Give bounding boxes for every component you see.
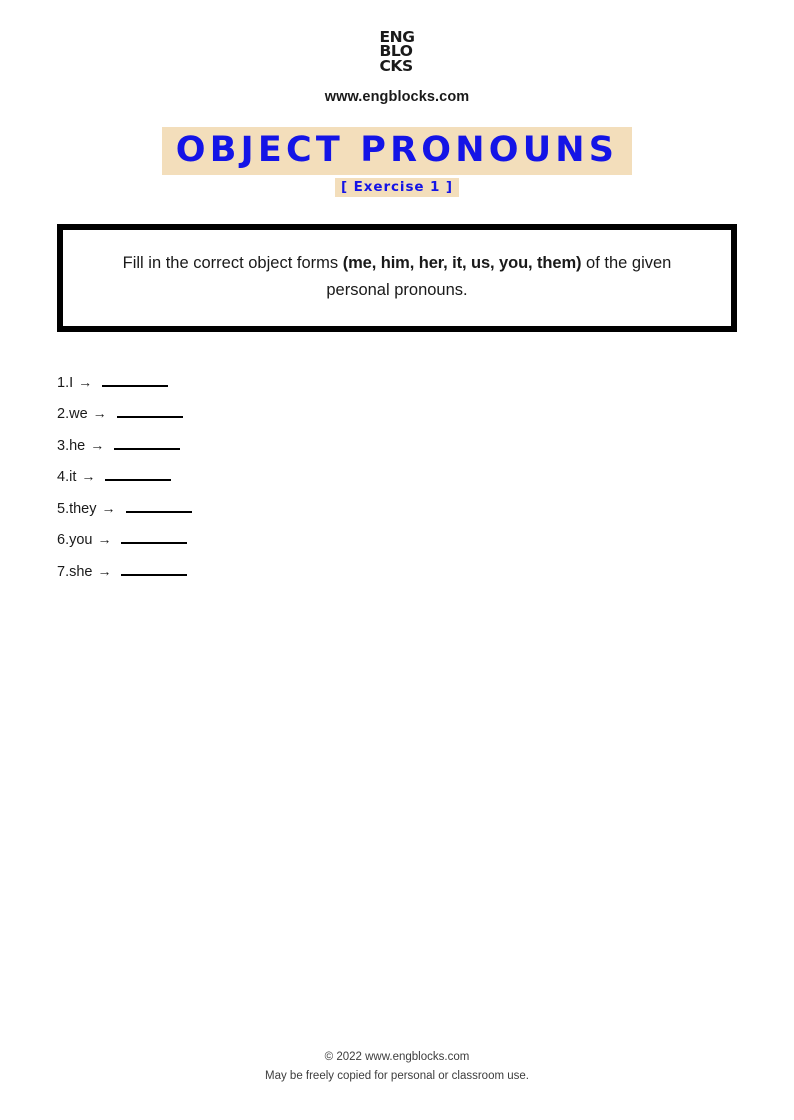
list-item: 4. it → — [57, 468, 794, 486]
arrow-right-icon: → — [92, 405, 107, 422]
page-title: OBJECT PRONOUNS — [161, 126, 633, 176]
arrow-right-icon: → — [97, 562, 112, 579]
arrow-right-icon: → — [78, 373, 93, 390]
item-number: 5. — [57, 500, 70, 517]
item-number: 3. — [57, 437, 70, 454]
instruction-part-1: Fill in the correct object forms — [122, 254, 343, 273]
answer-blank-6[interactable] — [121, 531, 188, 545]
item-number: 1. — [57, 374, 70, 391]
worksheet-page: ENG BLO CKS www.engblocks.com OBJECT PRO… — [0, 0, 794, 1120]
instruction-text: Fill in the correct object forms (me, hi… — [97, 250, 697, 303]
list-item: 5. they → — [57, 500, 794, 518]
arrow-right-icon: → — [101, 499, 116, 516]
item-number: 2. — [57, 406, 70, 423]
footer-copyright: © 2022 www.engblocks.com — [324, 1051, 470, 1063]
exercise-subtitle: [ Exercise 1 ] — [335, 178, 459, 198]
list-item: 7. she → — [57, 563, 794, 581]
item-prompt: she — [69, 563, 93, 580]
answer-blank-5[interactable] — [125, 500, 192, 513]
item-prompt: he — [69, 437, 86, 454]
item-prompt: it — [69, 469, 77, 486]
answer-blank-7[interactable] — [121, 563, 188, 576]
list-item: 2. we → — [57, 405, 794, 423]
logo-line-3: CKS — [379, 56, 413, 75]
list-item: 6. you → — [57, 531, 794, 549]
exercise-list: 1. I → 2. we → 3. he → 4. it → 5. they → — [0, 374, 794, 581]
item-prompt: they — [69, 500, 97, 517]
answer-blank-1[interactable] — [102, 374, 169, 387]
answer-blank-3[interactable] — [114, 437, 181, 450]
engblocks-logo-icon: ENG BLO CKS — [379, 29, 414, 75]
site-url: www.engblocks.com — [324, 88, 470, 105]
subtitle-container: [ Exercise 1 ] — [0, 178, 794, 198]
item-number: 7. — [57, 563, 70, 580]
arrow-right-icon: → — [97, 531, 112, 548]
arrow-right-icon: → — [81, 468, 96, 485]
list-item: 3. he → — [57, 437, 794, 455]
item-number: 6. — [57, 532, 70, 549]
item-prompt: you — [69, 532, 93, 549]
instruction-box: Fill in the correct object forms (me, hi… — [57, 224, 737, 332]
item-number: 4. — [57, 469, 70, 486]
arrow-right-icon: → — [90, 436, 105, 453]
title-container: OBJECT PRONOUNS — [0, 126, 794, 176]
page-header: ENG BLO CKS www.engblocks.com — [0, 0, 794, 105]
item-prompt: I — [69, 374, 74, 391]
answer-blank-4[interactable] — [105, 468, 172, 482]
item-prompt: we — [69, 406, 88, 423]
list-item: 1. I → — [57, 374, 794, 392]
answer-blank-2[interactable] — [116, 405, 183, 419]
footer-note: May be freely copied for personal or cla… — [265, 1070, 529, 1082]
page-footer: © 2022 www.engblocks.com May be freely c… — [0, 1051, 794, 1082]
instruction-pronoun-list: (me, him, her, it, us, you, them) — [342, 254, 582, 273]
